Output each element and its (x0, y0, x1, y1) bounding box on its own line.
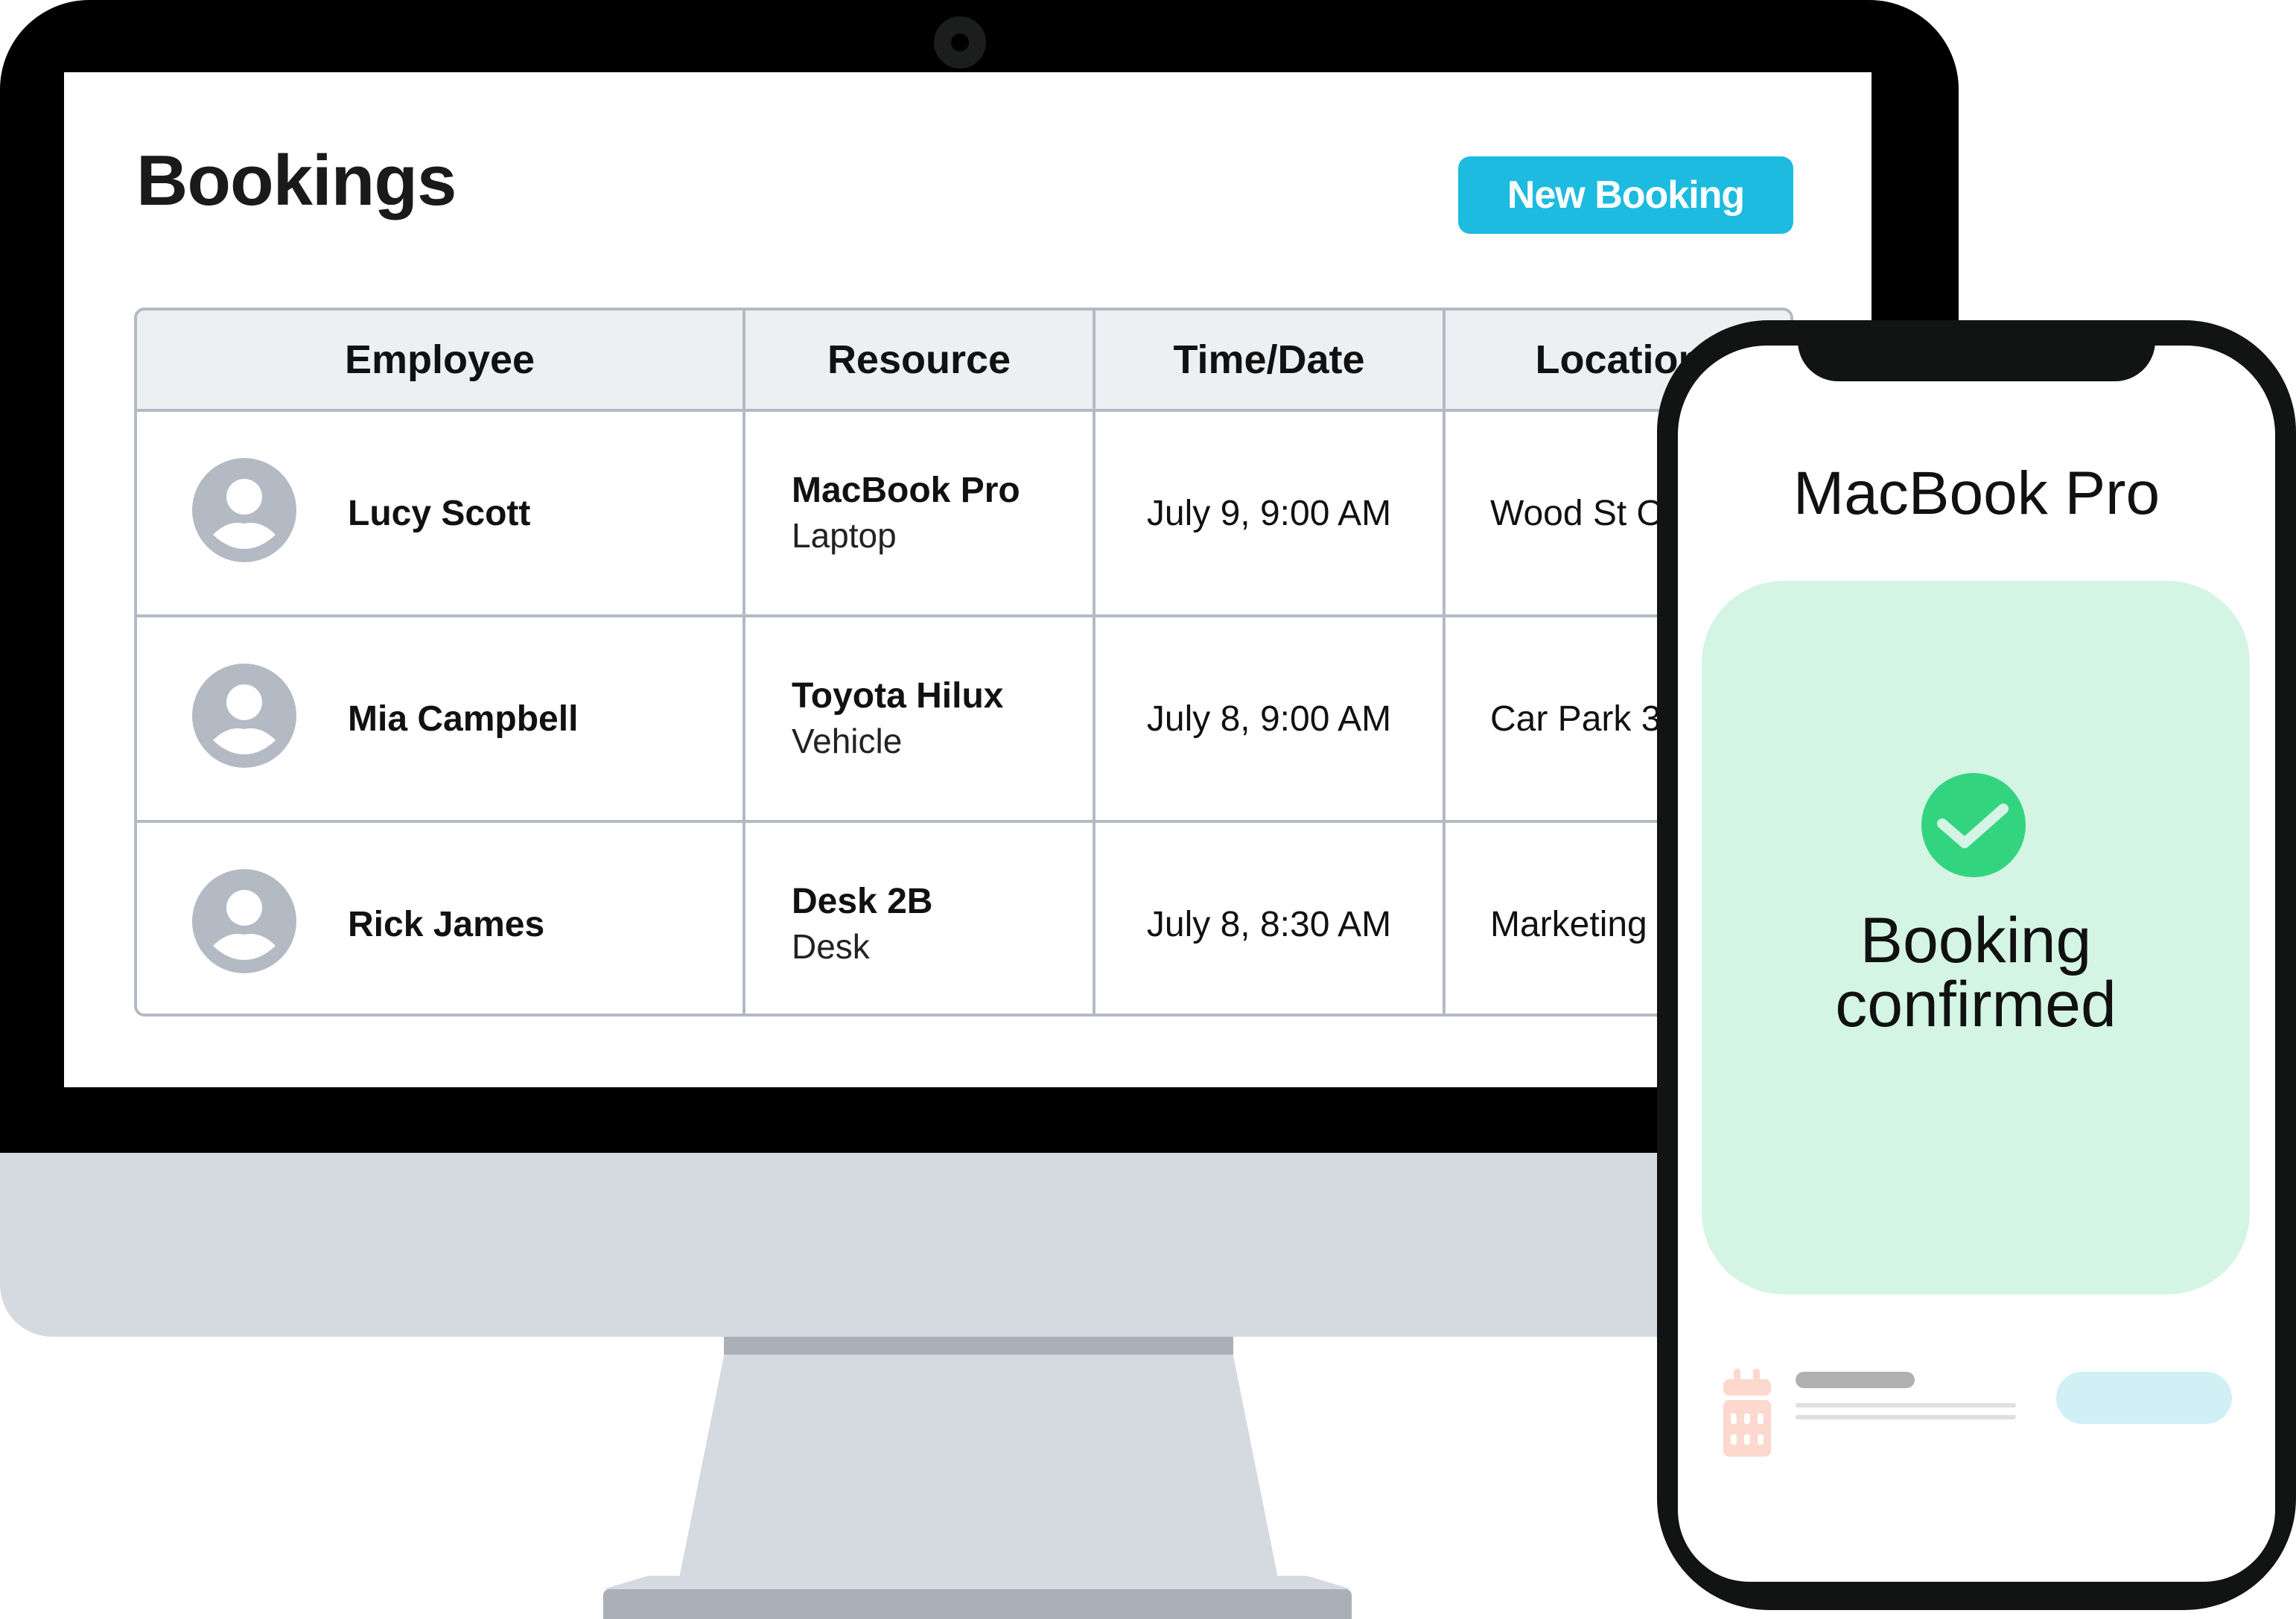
calendar-icon (1723, 1369, 1771, 1457)
time-date-cell: July 9, 9:00 AM (1146, 493, 1392, 533)
resource-name: Desk 2B (792, 882, 933, 921)
new-booking-button[interactable]: New Booking (1458, 156, 1793, 234)
resource-type: Laptop (792, 516, 897, 555)
column-header-resource[interactable]: Resource (745, 311, 1093, 409)
column-header-employee[interactable]: Employee (137, 311, 742, 409)
webcam-lens (951, 34, 969, 51)
confirm-line-1: Booking (1860, 905, 2092, 976)
check-circle-icon (1921, 773, 2026, 877)
time-date-cell: July 8, 8:30 AM (1146, 904, 1392, 944)
phone-resource-title: MacBook Pro (1793, 459, 2160, 527)
page-title: Bookings (136, 141, 457, 220)
time-date-cell: July 8, 9:00 AM (1146, 699, 1392, 739)
employee-cell: Mia Campbell (137, 617, 742, 820)
column-divider (1443, 311, 1446, 1014)
table-row[interactable]: Rick James Desk 2B Desk July 8, 8:30 AM … (137, 823, 1790, 1014)
resource-type: Desk (792, 927, 870, 966)
monitor-stand-collar (724, 1337, 1233, 1355)
employee-cell: Rick James (137, 823, 742, 1014)
resource-name: MacBook Pro (792, 471, 1020, 510)
employee-name: Rick James (348, 904, 545, 944)
resource-type: Vehicle (792, 722, 903, 760)
resource-cell: Desk 2B Desk (745, 823, 1093, 1014)
phone-notch (1798, 341, 2155, 381)
avatar-icon (192, 664, 296, 768)
monitor-stand-base (603, 1589, 1352, 1619)
monitor-stand-neck (679, 1355, 1278, 1578)
booking-confirmed-text: Booking confirmed (1702, 909, 2250, 1037)
resource-cell: MacBook Pro Laptop (745, 412, 1093, 614)
avatar-icon (192, 869, 296, 973)
skeleton-line-placeholder (1796, 1415, 2016, 1419)
employee-name: Lucy Scott (348, 493, 531, 533)
skeleton-button-placeholder[interactable] (2056, 1372, 2232, 1424)
monitor-stand-foot (603, 1576, 1352, 1589)
skeleton-line-placeholder (1796, 1403, 2016, 1408)
avatar-icon (192, 458, 296, 562)
table-header: Employee Resource Time/Date Location (137, 311, 1790, 412)
resource-name: Toyota Hilux (792, 676, 1004, 716)
employee-cell: Lucy Scott (137, 412, 742, 614)
column-divider (742, 311, 745, 1014)
bookings-table: Employee Resource Time/Date Location Luc… (134, 308, 1793, 1017)
column-divider (1093, 311, 1095, 1014)
skeleton-title-placeholder (1796, 1372, 1915, 1388)
column-header-time-date[interactable]: Time/Date (1095, 311, 1443, 409)
table-row[interactable]: Mia Campbell Toyota Hilux Vehicle July 8… (137, 617, 1790, 823)
table-row[interactable]: Lucy Scott MacBook Pro Laptop July 9, 9:… (137, 412, 1790, 617)
resource-cell: Toyota Hilux Vehicle (745, 617, 1093, 820)
employee-name: Mia Campbell (348, 699, 579, 739)
confirm-line-2: confirmed (1835, 969, 2117, 1040)
